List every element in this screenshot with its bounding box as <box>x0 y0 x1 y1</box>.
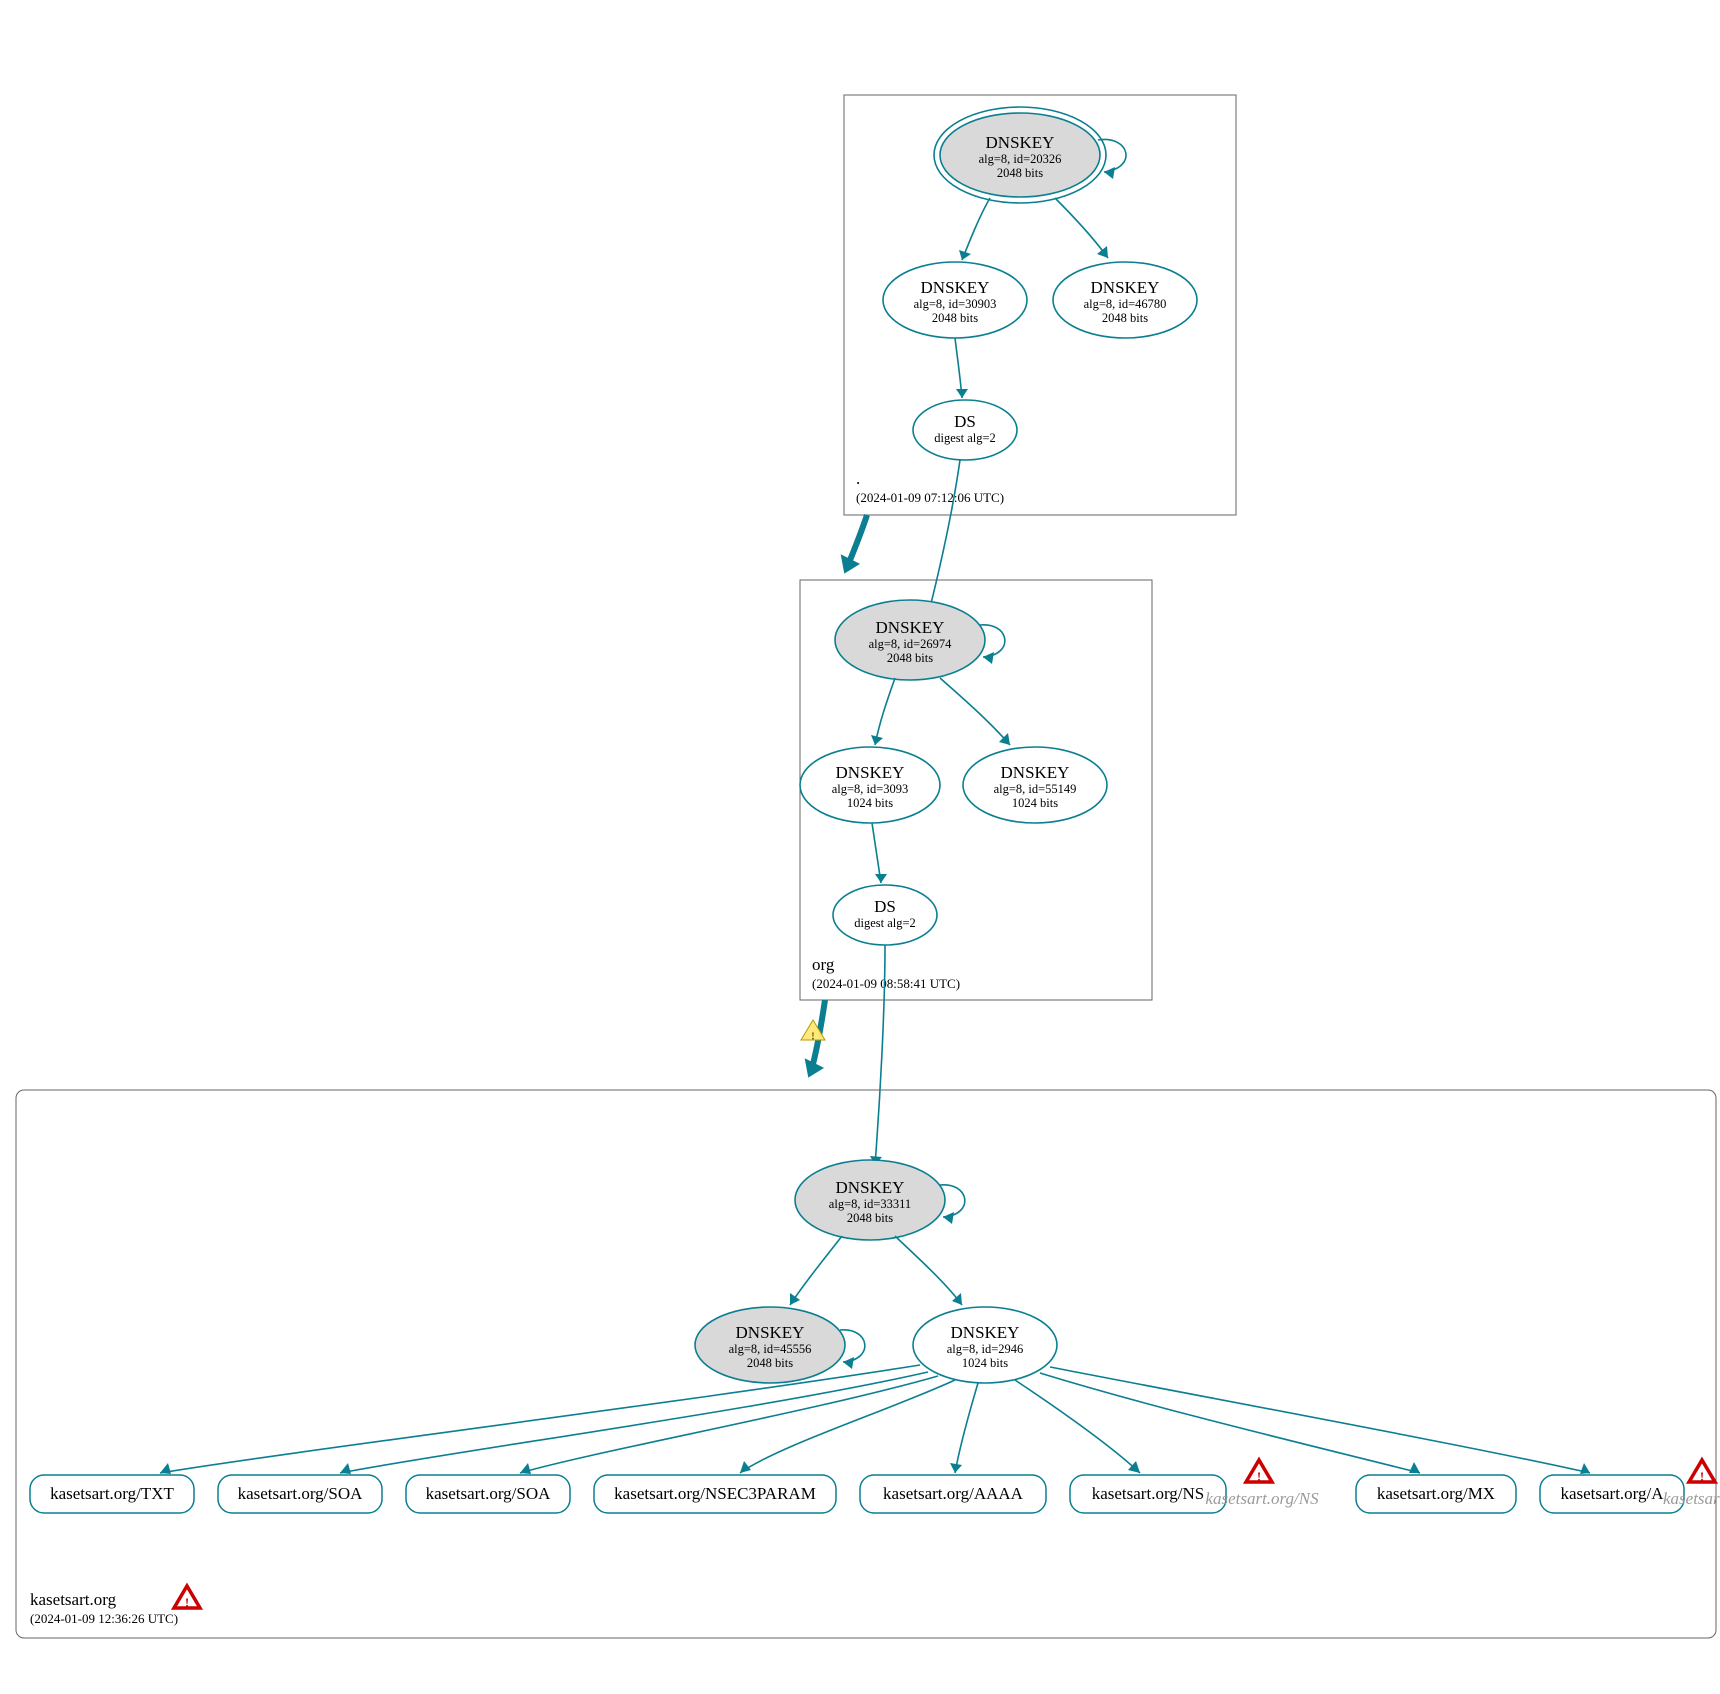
svg-text:2048 bits: 2048 bits <box>887 651 933 665</box>
zone-org-timestamp: (2024-01-09 08:58:41 UTC) <box>812 976 960 991</box>
svg-text:alg=8, id=46780: alg=8, id=46780 <box>1084 297 1167 311</box>
svg-text:kasetsart.org/NSEC3PARAM: kasetsart.org/NSEC3PARAM <box>614 1484 816 1503</box>
svg-text:kasetsart.org/SOA: kasetsart.org/SOA <box>426 1484 552 1503</box>
root-zsk-left-node: DNSKEY alg=8, id=30903 2048 bits <box>883 262 1027 338</box>
rr-mx: kasetsart.org/MX <box>1356 1475 1516 1513</box>
svg-text:kasetsart.org/NS: kasetsart.org/NS <box>1205 1489 1319 1508</box>
svg-text:alg=8, id=2946: alg=8, id=2946 <box>947 1342 1024 1356</box>
rr-txt: kasetsart.org/TXT <box>30 1475 194 1513</box>
svg-text:DNSKEY: DNSKEY <box>1001 763 1070 782</box>
org-zsk-left-node: DNSKEY alg=8, id=3093 1024 bits <box>800 747 940 823</box>
error-icon: ! <box>1689 1460 1715 1484</box>
zone-kasetsart-label: kasetsart.org <box>30 1590 117 1609</box>
svg-text:2048 bits: 2048 bits <box>997 166 1043 180</box>
svg-text:!: ! <box>811 1031 815 1043</box>
svg-text:1024 bits: 1024 bits <box>1012 796 1058 810</box>
svg-text:kasetsart.org/A: kasetsart.org/A <box>1560 1484 1664 1503</box>
svg-text:alg=8, id=33311: alg=8, id=33311 <box>829 1197 911 1211</box>
svg-text:!: ! <box>1700 1469 1704 1484</box>
svg-text:kasetsart.org/NS: kasetsart.org/NS <box>1092 1484 1205 1503</box>
svg-text:alg=8, id=20326: alg=8, id=20326 <box>979 152 1062 166</box>
dnssec-graph: . (2024-01-09 07:12:06 UTC) DNSKEY alg=8… <box>0 0 1720 1694</box>
svg-text:kasetsart.org/MX: kasetsart.org/MX <box>1377 1484 1495 1503</box>
svg-text:alg=8, id=45556: alg=8, id=45556 <box>729 1342 812 1356</box>
svg-text:2048 bits: 2048 bits <box>932 311 978 325</box>
svg-text:2048 bits: 2048 bits <box>747 1356 793 1370</box>
svg-text:alg=8, id=30903: alg=8, id=30903 <box>914 297 997 311</box>
svg-text:DS: DS <box>874 897 896 916</box>
svg-text:DNSKEY: DNSKEY <box>921 278 990 297</box>
rr-soa-1: kasetsart.org/SOA <box>218 1475 382 1513</box>
svg-text:DNSKEY: DNSKEY <box>1091 278 1160 297</box>
svg-text:DNSKEY: DNSKEY <box>986 133 1055 152</box>
svg-text:DS: DS <box>954 412 976 431</box>
kasetsart-zsk-right-node: DNSKEY alg=8, id=2946 1024 bits <box>913 1307 1057 1383</box>
zone-org: org (2024-01-09 08:58:41 UTC) DNSKEY alg… <box>800 580 1152 1000</box>
zone-root-label: . <box>856 469 860 488</box>
rr-nsec3param: kasetsart.org/NSEC3PARAM <box>594 1475 836 1513</box>
svg-text:DNSKEY: DNSKEY <box>736 1323 805 1342</box>
zone-root: . (2024-01-09 07:12:06 UTC) DNSKEY alg=8… <box>844 95 1236 515</box>
root-zsk-right-node: DNSKEY alg=8, id=46780 2048 bits <box>1053 262 1197 338</box>
svg-text:1024 bits: 1024 bits <box>847 796 893 810</box>
svg-text:1024 bits: 1024 bits <box>962 1356 1008 1370</box>
zone-kasetsart-timestamp: (2024-01-09 12:36:26 UTC) <box>30 1611 178 1626</box>
org-ksk-node: DNSKEY alg=8, id=26974 2048 bits <box>835 600 1005 680</box>
svg-text:digest alg=2: digest alg=2 <box>934 431 996 445</box>
rr-ns: kasetsart.org/NS <box>1070 1475 1226 1513</box>
svg-text:DNSKEY: DNSKEY <box>951 1323 1020 1342</box>
rr-aaaa: kasetsart.org/AAAA <box>860 1475 1046 1513</box>
kasetsart-zsk-left-node: DNSKEY alg=8, id=45556 2048 bits <box>695 1307 865 1383</box>
svg-text:!: ! <box>185 1595 189 1610</box>
svg-text:alg=8, id=55149: alg=8, id=55149 <box>994 782 1077 796</box>
org-ds-node: DS digest alg=2 <box>833 885 937 945</box>
zone-root-timestamp: (2024-01-09 07:12:06 UTC) <box>856 490 1004 505</box>
error-icon: ! <box>1246 1460 1272 1484</box>
svg-text:2048 bits: 2048 bits <box>847 1211 893 1225</box>
svg-text:DNSKEY: DNSKEY <box>876 618 945 637</box>
svg-text:digest alg=2: digest alg=2 <box>854 916 916 930</box>
svg-text:kasetsart.org/TXT: kasetsart.org/TXT <box>50 1484 174 1503</box>
delegation-org-to-kasetsart: ! <box>801 1000 825 1076</box>
rr-soa-2: kasetsart.org/SOA <box>406 1475 570 1513</box>
svg-text:alg=8, id=3093: alg=8, id=3093 <box>832 782 909 796</box>
svg-text:2048 bits: 2048 bits <box>1102 311 1148 325</box>
svg-text:kasetsart.org/A: kasetsart.org/A <box>1663 1489 1720 1508</box>
delegation-root-to-org <box>842 515 867 572</box>
svg-text:alg=8, id=26974: alg=8, id=26974 <box>869 637 953 651</box>
svg-text:kasetsart.org/SOA: kasetsart.org/SOA <box>238 1484 364 1503</box>
root-ds-node: DS digest alg=2 <box>913 400 1017 460</box>
kasetsart-ksk-node: DNSKEY alg=8, id=33311 2048 bits <box>795 1160 965 1240</box>
zone-kasetsart: kasetsart.org (2024-01-09 12:36:26 UTC) … <box>16 1090 1720 1638</box>
root-ksk-node: DNSKEY alg=8, id=20326 2048 bits <box>934 107 1126 203</box>
svg-text:!: ! <box>1257 1469 1261 1484</box>
zone-org-label: org <box>812 955 835 974</box>
svg-text:DNSKEY: DNSKEY <box>836 1178 905 1197</box>
svg-text:DNSKEY: DNSKEY <box>836 763 905 782</box>
zone-error-icon: ! <box>174 1586 200 1610</box>
org-zsk-right-node: DNSKEY alg=8, id=55149 1024 bits <box>963 747 1107 823</box>
svg-text:kasetsart.org/AAAA: kasetsart.org/AAAA <box>883 1484 1024 1503</box>
